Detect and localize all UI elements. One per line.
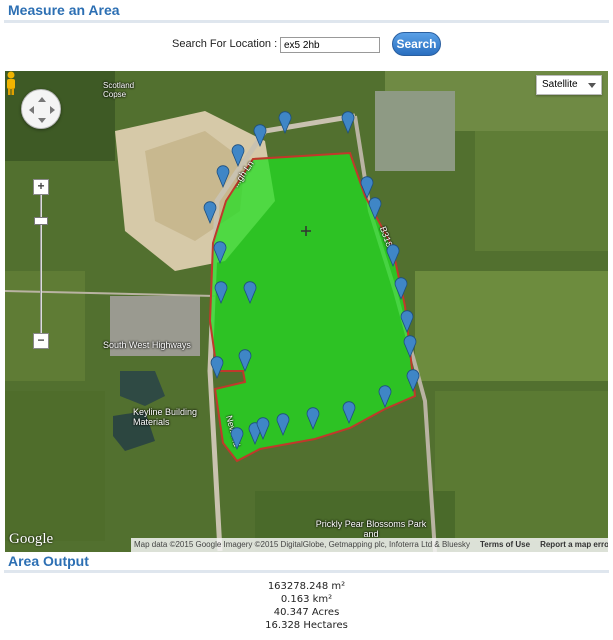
zoom-control: + − [33,179,49,351]
result-square-meters: 163278.248 m² [267,581,346,592]
chevron-down-icon [588,83,596,88]
output-divider [4,570,609,573]
label-prickly-pear: Prickly Pear Blossoms Park and [315,519,427,539]
zoom-slider-thumb[interactable] [34,217,48,225]
zoom-track[interactable] [40,195,42,335]
result-acres: 40.347 Acres [273,607,340,618]
google-logo: Google [9,531,54,547]
area-output-title: Area Output [8,553,89,569]
map-attribution-bar: Map data ©2015 Google Imagery ©2015 Digi… [131,538,608,552]
terms-of-use-link[interactable]: Terms of Use [480,540,530,550]
area-results: 163278.248 m² 0.163 km² 40.347 Acres 16.… [0,580,613,632]
map-type-value: Satellite [542,79,578,90]
label-keyline: Keyline Building Materials [133,407,198,427]
pan-arrows-icon [29,97,55,123]
label-south-west-highways: South West Highways [103,340,191,350]
location-search-input[interactable] [280,37,380,53]
pan-control[interactable] [21,89,61,129]
search-button[interactable]: Search [392,32,441,56]
zoom-out-button[interactable]: − [33,333,49,349]
result-hectares: 16.328 Hectares [265,620,348,631]
label-scotland-copse: Scotland Copse [103,81,135,99]
map-canvas[interactable]: Scotland Copse South West Highways Keyli… [5,71,608,552]
result-square-km: 0.163 km² [280,594,333,605]
pegman-icon[interactable] [5,71,17,95]
satellite-imagery [5,71,608,552]
zoom-in-button[interactable]: + [33,179,49,195]
page-title: Measure an Area [8,2,120,18]
search-label: Search For Location : [172,38,278,50]
attribution-text: Map data ©2015 Google Imagery ©2015 Digi… [134,540,470,549]
report-map-error-link[interactable]: Report a map error [540,540,608,550]
map-type-dropdown[interactable]: Satellite [536,75,602,95]
title-divider [4,20,609,23]
search-bar: Search For Location : Search [0,32,613,56]
